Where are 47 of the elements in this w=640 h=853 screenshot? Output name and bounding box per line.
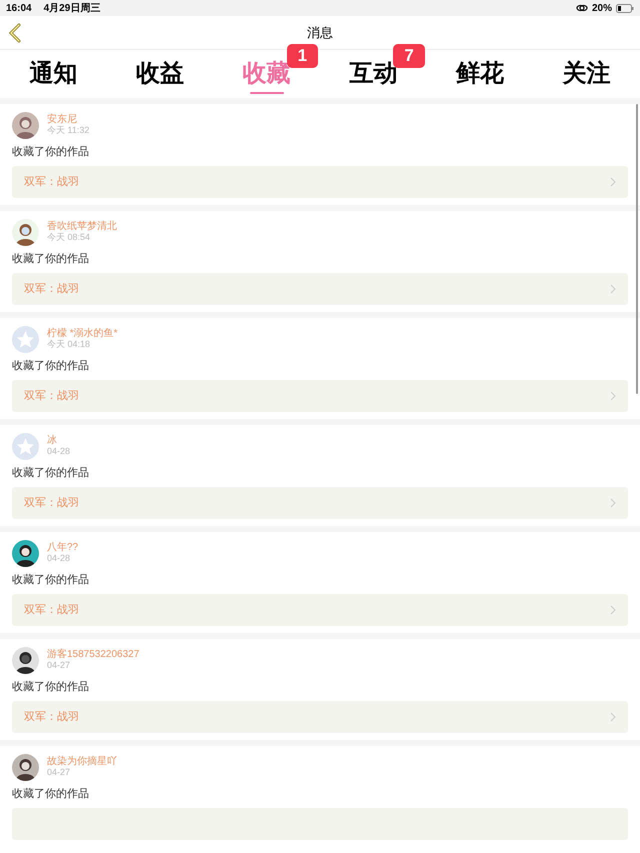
chevron-right-icon — [610, 605, 616, 615]
message-text: 收藏了你的作品 — [12, 359, 90, 373]
page-title: 消息 — [307, 24, 333, 42]
message-time: 今天 04:18 — [47, 339, 92, 350]
user-name[interactable]: 香吹纸苹梦清北 — [47, 221, 117, 232]
back-button[interactable] — [8, 23, 22, 43]
user-name[interactable]: 故染为你摘星吖 — [47, 756, 117, 767]
message-text: 收藏了你的作品 — [12, 573, 90, 587]
default-avatar-icon — [12, 326, 39, 352]
message-time: 04-28 — [47, 446, 70, 457]
message-time: 04-28 — [47, 553, 72, 564]
chevron-right-icon — [610, 498, 616, 508]
tab[interactable]: 收益 — [136, 50, 184, 98]
user-name[interactable]: 八年?? — [47, 542, 78, 553]
chevron-right-icon — [610, 391, 616, 401]
message-text: 收藏了你的作品 — [12, 680, 90, 694]
status-time: 16:04 — [6, 2, 32, 16]
message-text: 收藏了你的作品 — [12, 145, 90, 159]
message-text: 收藏了你的作品 — [12, 466, 90, 480]
battery-percent: 20% — [592, 2, 612, 16]
work-link[interactable]: 双军：战羽 — [12, 594, 628, 626]
chevron-right-icon — [610, 177, 616, 187]
tab[interactable]: 关注 — [562, 50, 611, 98]
status-date: 4月29日周三 — [44, 2, 100, 16]
work-link[interactable]: 双军：战羽 — [12, 380, 628, 412]
default-avatar-icon — [12, 432, 39, 460]
battery-icon — [616, 4, 634, 12]
chevron-right-icon — [610, 284, 616, 294]
user-name[interactable]: 柠檬 *溺水的鱼* — [47, 328, 118, 339]
message-time: 今天 08:54 — [47, 232, 92, 243]
work-link[interactable]: 双军：战羽 — [12, 487, 628, 519]
user-name[interactable]: 安东尼 — [47, 114, 90, 125]
message-time: 04-27 — [47, 767, 72, 778]
user-name[interactable]: 冰 — [47, 435, 70, 446]
work-link[interactable]: 双军：战羽 — [12, 273, 628, 305]
work-link[interactable]: 双军：战羽 — [12, 701, 628, 733]
work-link[interactable]: 双军：战羽 — [12, 166, 628, 198]
chevron-right-icon — [610, 712, 616, 722]
message-text: 收藏了你的作品 — [12, 787, 90, 801]
message-time: 今天 11:32 — [47, 125, 90, 136]
tab[interactable]: 通知 — [29, 50, 78, 98]
message-time: 04-27 — [47, 660, 72, 671]
tab[interactable]: 鲜花 — [456, 50, 504, 98]
user-name[interactable]: 游客1587532206327 — [47, 649, 140, 660]
count-badge: 7 — [393, 44, 425, 68]
link-icon — [576, 4, 588, 12]
message-text: 收藏了你的作品 — [12, 252, 90, 266]
